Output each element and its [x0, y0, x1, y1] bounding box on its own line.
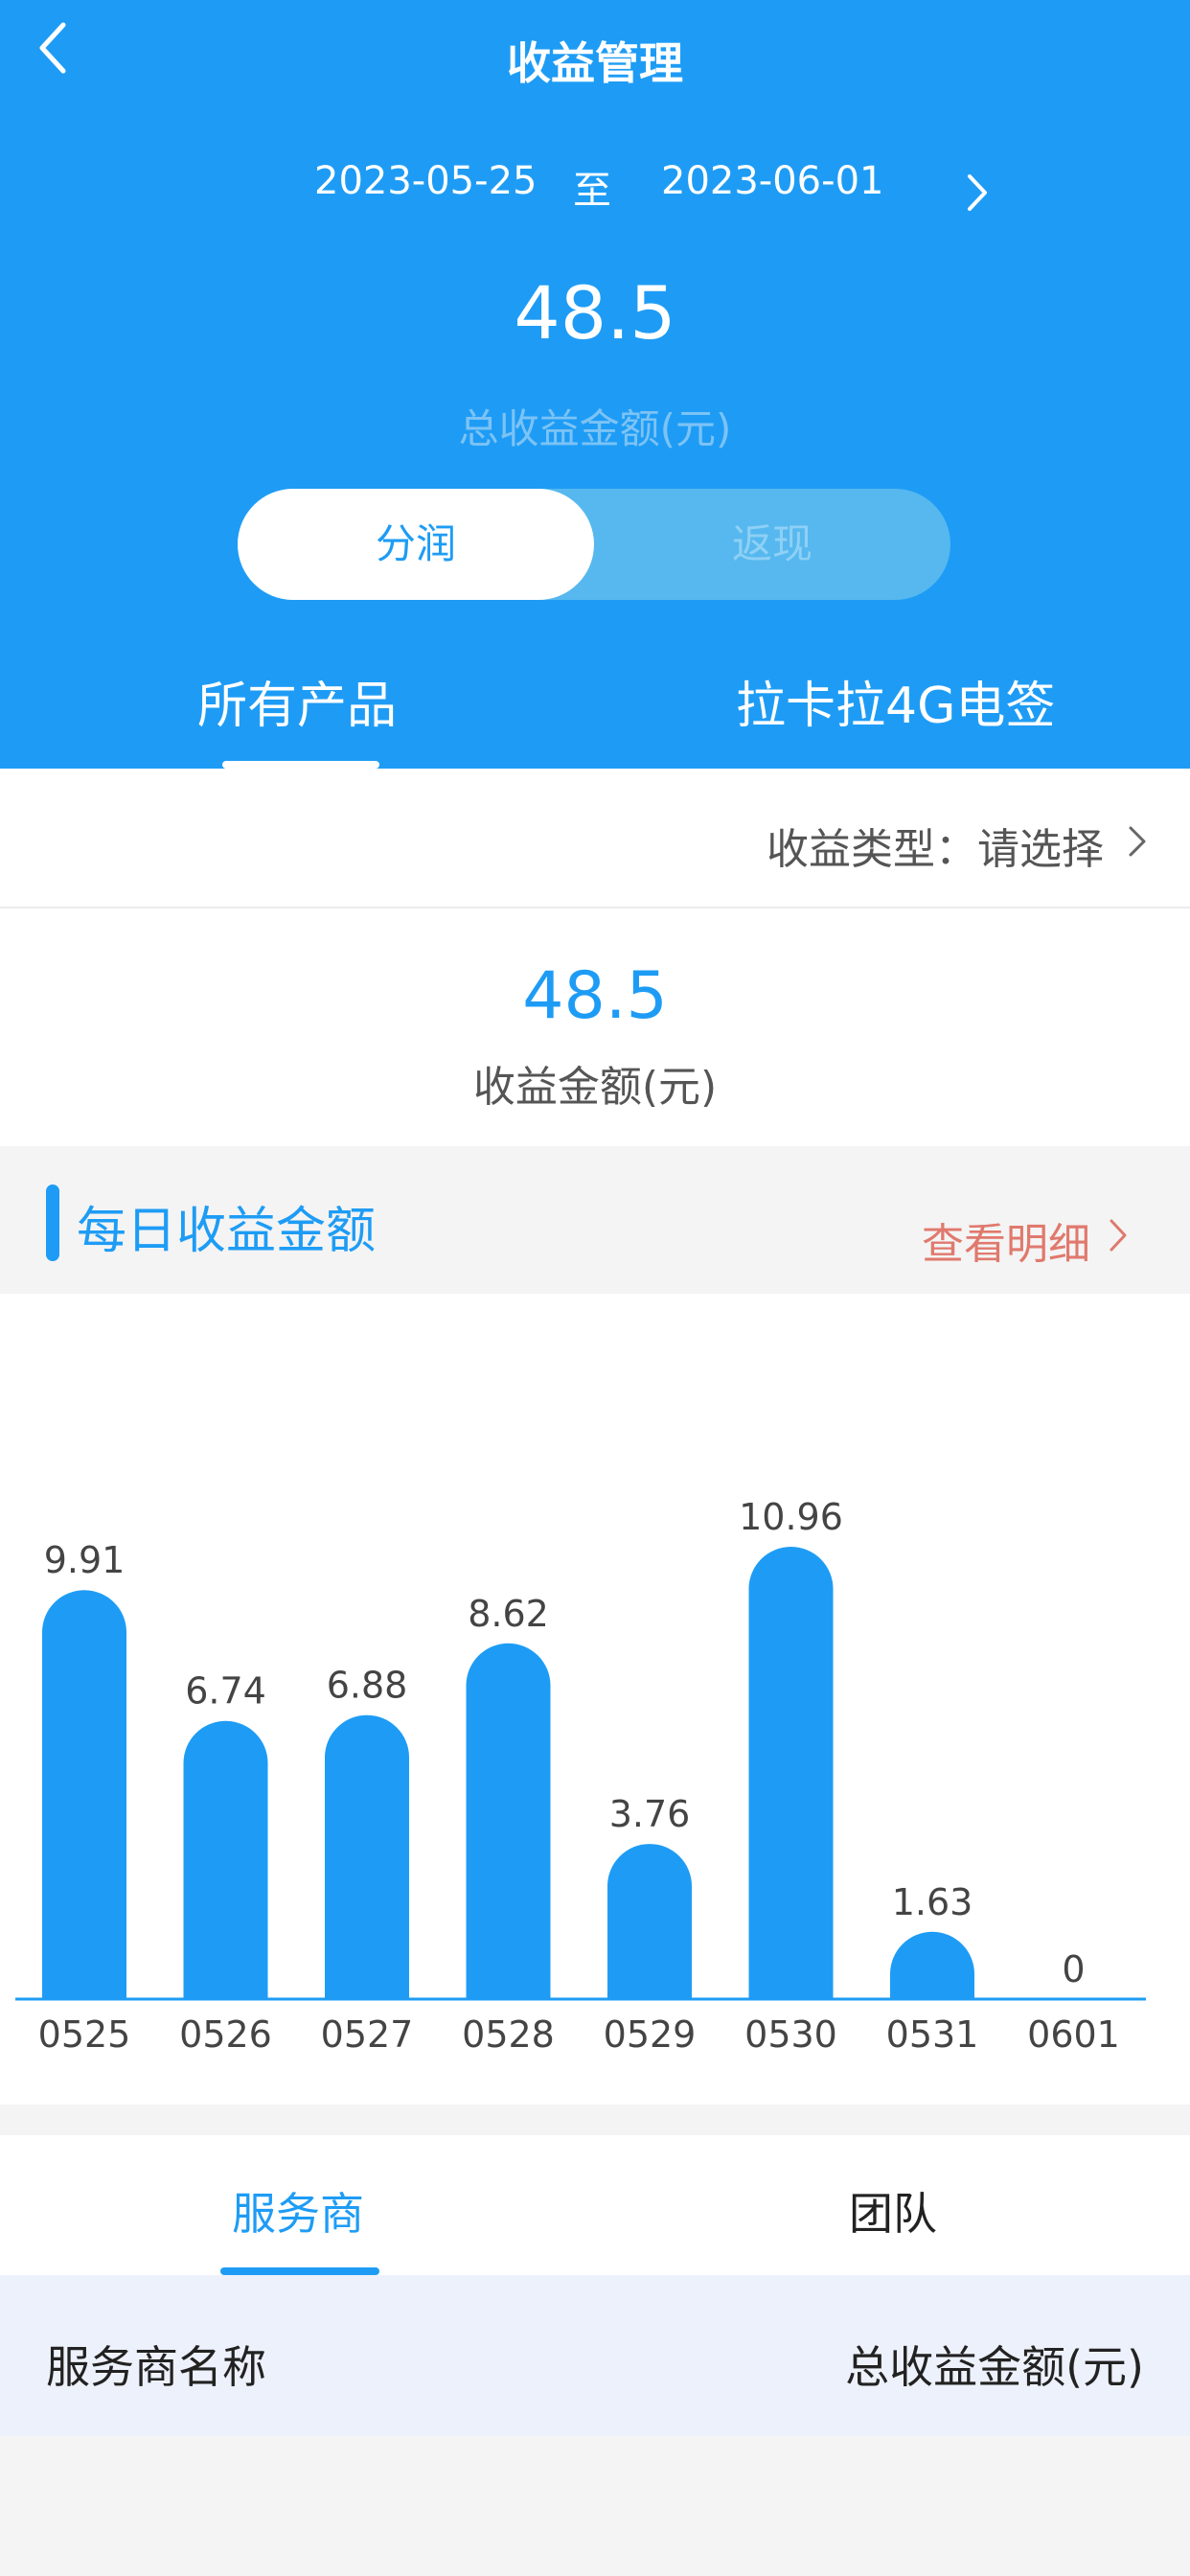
income-label: 收益金额(元): [472, 1063, 718, 1112]
date-end[interactable]: 2023-06-01: [661, 159, 883, 203]
daily-income-header: 每日收益金额 查看明细: [0, 1146, 1190, 1294]
daily-income-chart: 9.91 0525 6.74 0526 6.88 0527 8.62 0528 3.76 0529…: [0, 1294, 1190, 2104]
section-accent-bar: [46, 1184, 59, 1261]
chart-x-tick-label: 0526: [179, 2013, 272, 2056]
chart-x-tick-label: 0530: [744, 2013, 837, 2056]
tab-lakala-4g[interactable]: 拉卡拉4G电签: [736, 665, 1055, 737]
mode-toggle: 分润 返现: [238, 489, 950, 600]
toggle-cashback[interactable]: 返现: [594, 489, 950, 600]
chart-x-tick-label: 0529: [604, 2013, 697, 2056]
chart-bar-0529: [607, 1844, 692, 1999]
chevron-right-icon: [1129, 826, 1146, 857]
income-type-label: 收益类型：请选择: [767, 825, 1104, 874]
date-range[interactable]: 2023-05-25 至 2023-06-01: [0, 159, 1190, 213]
toggle-profit-share[interactable]: 分润: [238, 489, 594, 600]
tab-all-products[interactable]: 所有产品: [197, 665, 397, 737]
chart-value-label: 0: [1062, 1948, 1085, 1990]
income-type-filter[interactable]: 收益类型：请选择: [0, 769, 1190, 908]
chart-bar-0530: [748, 1547, 834, 1999]
tab-team[interactable]: 团队: [849, 2179, 937, 2242]
column-total-amount: 总收益金额(元): [845, 2341, 1144, 2393]
chart-bar-0531: [890, 1931, 974, 1999]
chevron-right-icon[interactable]: [1104, 1215, 1133, 1255]
chart-value-label: 9.91: [44, 1539, 126, 1581]
chart-x-tick-label: 0527: [321, 2013, 414, 2056]
date-separator: 至: [573, 169, 611, 213]
column-provider-name: 服务商名称: [46, 2341, 266, 2393]
chart-x-tick-label: 0528: [462, 2013, 555, 2056]
table-header: 服务商名称 总收益金额(元): [0, 2275, 1190, 2436]
income-summary: 48.5 收益金额(元): [0, 908, 1190, 1146]
header: 收益管理 2023-05-25 至 2023-06-01 48.5 总收益金额(…: [0, 0, 1190, 769]
bottom-tabs: 服务商 团队: [0, 2135, 1190, 2275]
bottom-tab-indicator: [220, 2267, 379, 2275]
chart-value-label: 3.76: [609, 1793, 691, 1835]
chart-bar-0527: [325, 1714, 409, 1999]
page-title: 收益管理: [507, 37, 683, 89]
income-value: 48.5: [522, 958, 668, 1034]
bar-chart: 9.91 0525 6.74 0526 6.88 0527 8.62 0528 3.76 0529…: [15, 1496, 1146, 2056]
chart-bar-0528: [466, 1643, 551, 1999]
total-amount-label: 总收益金额(元): [458, 405, 732, 452]
chart-value-label: 6.88: [327, 1665, 408, 1707]
chevron-right-icon[interactable]: [958, 169, 996, 217]
view-details-link[interactable]: 查看明细: [922, 1209, 1090, 1271]
chart-value-label: 10.96: [739, 1496, 843, 1538]
chart-x-tick-label: 0601: [1027, 2013, 1120, 2056]
chart-bar-0526: [183, 1720, 268, 1999]
chart-value-label: 6.74: [185, 1670, 266, 1713]
chart-value-label: 1.63: [892, 1881, 973, 1923]
tab-service-provider[interactable]: 服务商: [232, 2179, 364, 2242]
total-amount: 48.5: [514, 270, 676, 356]
product-tab-indicator: [222, 761, 379, 769]
chart-x-tick-label: 0531: [886, 2013, 979, 2056]
chart-value-label: 8.62: [468, 1593, 549, 1635]
section-title: 每日收益金额: [77, 1203, 377, 1260]
chart-x-tick-label: 0525: [38, 2013, 131, 2056]
chart-bar-0525: [42, 1590, 126, 1999]
date-start[interactable]: 2023-05-25: [314, 159, 537, 203]
